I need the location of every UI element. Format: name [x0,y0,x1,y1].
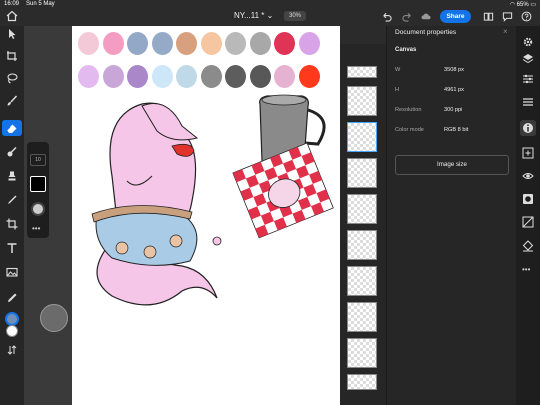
layer-thumbnail[interactable] [347,158,377,188]
eraser-tool-button[interactable] [2,120,22,136]
battery-indicator: ◠ 65% ▭ [510,1,536,8]
more-icon[interactable]: ••• [522,265,530,274]
document-properties-button[interactable] [520,120,536,136]
layer-thumbnail-selected[interactable] [347,122,377,152]
eraser-icon [6,124,17,133]
top-bar: NY...11 * ⌄ 30% Share [0,10,540,26]
brush-opacity-control[interactable] [31,202,45,216]
layer-thumbnail[interactable] [347,194,377,224]
picnic-cloth [232,142,334,239]
settings-icon[interactable] [522,36,534,48]
artwork [91,94,334,306]
share-button[interactable]: Share [440,10,471,23]
height-label: H [395,87,400,93]
brush-size-field[interactable]: 10 [30,154,46,166]
status-bar: 16:09 Sun 5 May ◠ 65% ▭ [0,0,540,10]
layer-thumbnail[interactable] [347,266,377,296]
layer-properties-icon[interactable] [522,96,534,108]
color-mode-label: Color mode [395,127,424,133]
layer-thumbnail[interactable] [347,66,377,78]
layers-panel [340,44,386,405]
fill-icon[interactable] [522,240,534,252]
transform-tool-icon[interactable] [6,50,18,62]
clipping-mask-icon[interactable] [522,216,534,228]
money-bag [169,234,183,248]
mug-rim [261,94,307,106]
resolution-value: 300 ppi [444,107,463,113]
monster-foot [212,236,222,246]
money-bag [115,241,129,255]
help-icon[interactable] [521,11,532,22]
battery-icon: ▭ [530,2,536,8]
height-value: 4961 px [444,87,464,93]
move-tool-icon[interactable] [6,28,18,40]
brush-tool-icon[interactable] [6,95,18,107]
smudge-tool-icon[interactable] [6,146,18,158]
color-picker-icon[interactable] [6,292,18,304]
place-image-icon[interactable] [6,266,18,278]
chevron-down-icon: ⌄ [266,11,274,20]
document-name[interactable]: NY...11 * ⌄ [234,11,273,20]
close-icon[interactable]: × [503,27,508,36]
width-label: W [395,67,401,73]
brush-color-swatch[interactable] [30,176,46,192]
learn-icon[interactable] [483,11,494,22]
brush-options-panel: 10 ••• [27,142,49,238]
color-mode-value: RGB 8 bit [444,127,469,133]
layer-thumbnail[interactable] [347,302,377,332]
visibility-icon[interactable] [522,170,534,182]
text-tool-icon[interactable] [6,242,18,254]
panel-title: Document properties [395,29,457,36]
layers-icon[interactable] [522,53,534,65]
mask-icon[interactable] [522,193,534,205]
adjustments-icon[interactable] [522,73,534,85]
layer-thumbnail[interactable] [347,374,377,390]
touch-modifier-button[interactable] [40,304,68,332]
more-options-button[interactable]: ••• [32,224,40,233]
add-layer-mask-icon[interactable] [522,147,534,159]
right-toolbar: ••• [516,26,540,405]
comment-icon[interactable] [502,11,513,22]
wifi-icon: ◠ [509,2,515,8]
info-icon [523,123,533,133]
money-bag [143,245,157,259]
background-color-swatch[interactable] [6,325,18,337]
zoom-level[interactable]: 30% [284,11,306,21]
layer-thumbnail[interactable] [347,338,377,368]
left-toolbar [0,26,24,405]
home-icon[interactable] [6,10,18,22]
width-value: 3508 px [444,67,464,73]
battery-percent: 65% [516,2,529,8]
cloud-icon[interactable] [420,11,431,22]
resolution-label: Resolution [395,107,422,113]
image-size-button[interactable]: Image size [395,155,509,175]
eyedropper-icon[interactable] [6,194,18,206]
swap-colors-icon[interactable] [6,344,18,356]
stamp-tool-icon[interactable] [6,170,18,182]
layer-thumbnail[interactable] [347,230,377,260]
crop-tool-icon[interactable] [6,218,18,230]
section-heading: Canvas [395,47,417,53]
lasso-tool-icon[interactable] [6,72,18,84]
undo-icon[interactable] [381,11,392,22]
properties-panel: Document properties × Canvas W 3508 px H… [386,26,516,405]
date: Sun 5 May [26,1,55,7]
clock: 16:09 [4,1,20,7]
layer-thumbnail[interactable] [347,86,377,116]
redo-icon[interactable] [402,11,413,22]
document-canvas[interactable] [72,26,340,405]
foreground-color-swatch[interactable] [5,312,19,326]
